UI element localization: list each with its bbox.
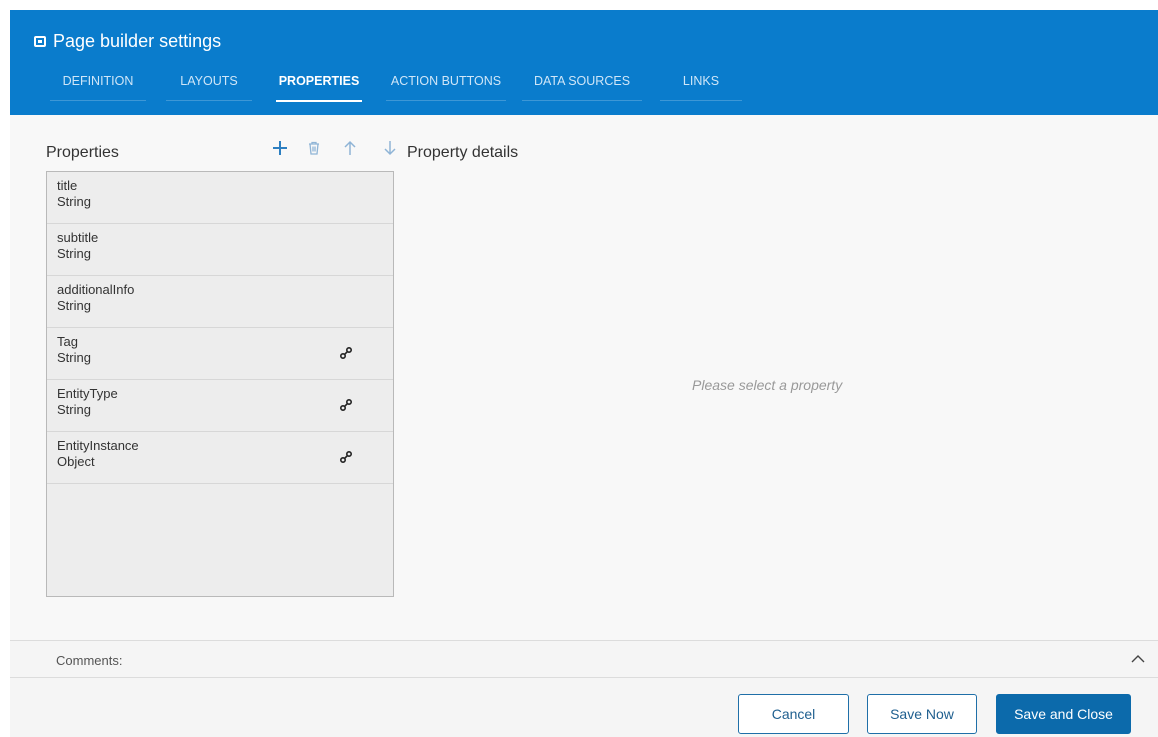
tab-data-sources[interactable]: DATA SOURCES: [522, 72, 642, 101]
page-title: Page builder settings: [34, 31, 221, 52]
list-item[interactable]: subtitle String: [47, 224, 393, 276]
comments-label: Comments:: [56, 653, 123, 668]
tab-action-buttons[interactable]: ACTION BUTTONS: [386, 72, 506, 101]
property-name: additionalInfo: [57, 282, 135, 297]
window-top-strip: [0, 0, 1158, 10]
property-name: subtitle: [57, 230, 99, 245]
link-icon: [339, 450, 353, 464]
tab-definition[interactable]: DEFINITION: [50, 72, 146, 101]
property-type: String: [57, 298, 91, 313]
arrow-down-icon[interactable]: [379, 137, 401, 159]
save-and-close-button[interactable]: Save and Close: [996, 694, 1131, 734]
properties-heading: Properties: [46, 144, 119, 161]
chevron-up-icon[interactable]: [1130, 653, 1146, 665]
properties-list[interactable]: title String subtitle String additionalI…: [46, 171, 394, 597]
tab-properties[interactable]: PROPERTIES: [276, 72, 362, 102]
property-name: title: [57, 178, 78, 193]
property-type: String: [57, 246, 91, 261]
cancel-button[interactable]: Cancel: [738, 694, 849, 734]
plus-icon[interactable]: [269, 137, 291, 159]
list-item[interactable]: Tag String: [47, 328, 393, 380]
properties-content: Properties Property details title String…: [10, 115, 1158, 640]
property-details-heading: Property details: [407, 144, 519, 161]
trash-icon[interactable]: [303, 137, 325, 159]
tab-layouts[interactable]: LAYOUTS: [166, 72, 252, 101]
page-builder-icon: [34, 36, 46, 47]
dialog-footer: Cancel Save Now Save and Close: [10, 678, 1158, 737]
list-item[interactable]: EntityType String: [47, 380, 393, 432]
property-details-placeholder: Please select a property: [692, 377, 843, 393]
tab-links[interactable]: LINKS: [660, 72, 742, 101]
page-title-text: Page builder settings: [53, 31, 222, 51]
link-icon: [339, 346, 353, 360]
comments-bar[interactable]: Comments:: [10, 640, 1158, 678]
property-type: String: [57, 194, 91, 209]
save-now-button[interactable]: Save Now: [867, 694, 977, 734]
list-item[interactable]: title String: [47, 172, 393, 224]
settings-header: Page builder settings DEFINITION LAYOUTS…: [10, 10, 1158, 115]
link-icon: [339, 398, 353, 412]
list-item[interactable]: EntityInstance Object: [47, 432, 393, 484]
arrow-up-icon[interactable]: [339, 137, 361, 159]
list-item[interactable]: additionalInfo String: [47, 276, 393, 328]
